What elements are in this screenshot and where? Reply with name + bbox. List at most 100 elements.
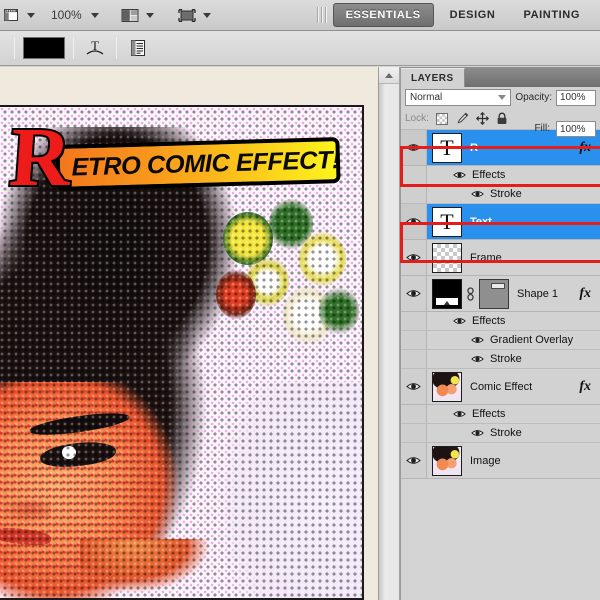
layer-effects-fx-icon[interactable]: fx [579,140,591,156]
fill-input[interactable]: 100% [556,121,596,137]
effects-spacer [401,405,427,423]
layer-effects-group-r[interactable]: Effects [401,166,600,185]
effects-label: Effects [472,408,506,420]
layer-thumbnail[interactable] [432,242,462,273]
effect-visibility-toggle[interactable] [471,189,484,199]
workspace-tab-painting[interactable]: PAINTING [511,4,592,26]
layer-effect-stroke-r[interactable]: Stroke [401,185,600,204]
layer-visibility-toggle[interactable] [401,443,427,478]
effect-spacer [401,331,427,349]
document-canvas[interactable]: ETRO COMIC EFFECT! R [0,67,378,600]
layer-row-image[interactable]: Image [401,443,600,479]
layer-visibility-toggle[interactable] [401,130,427,165]
layer-effect-gradient-overlay[interactable]: Gradient Overlay [401,331,600,350]
layer-visibility-toggle[interactable] [401,276,427,311]
effect-visibility-toggle[interactable] [471,335,484,345]
photo-eye-highlight [61,445,76,459]
lock-image-pixels-icon[interactable] [456,112,469,125]
visibility-eye-icon [406,383,421,390]
workspace-tab-essentials[interactable]: ESSENTIALS [332,3,434,27]
screen-mode-control[interactable] [0,0,35,31]
chevron-down-icon[interactable] [202,12,211,18]
layer-thumbnail[interactable] [432,371,462,402]
effects-spacer [401,166,427,184]
screen-modes-icon[interactable] [176,5,198,25]
layer-visibility-toggle[interactable] [401,369,427,404]
effects-visibility-toggle[interactable] [453,409,466,419]
layer-row-shape-1[interactable]: Shape 1 fx [401,276,600,312]
link-mask-icon[interactable] [465,286,476,301]
blend-mode-select[interactable]: Normal [405,89,512,106]
lock-position-icon[interactable] [475,112,489,125]
layer-effects-fx-icon[interactable]: fx [579,286,591,302]
layers-panel-body: Normal Opacity: 100% Lock: T R fx Effect… [401,87,600,479]
effect-name: Stroke [490,188,522,200]
effect-spacer [401,350,427,368]
effect-visibility-toggle[interactable] [471,354,484,364]
layer-name[interactable]: Text [470,216,492,228]
banner-drop-cap[interactable]: R [5,109,102,206]
layer-visibility-toggle[interactable] [401,204,427,239]
visibility-eye-icon [406,218,421,225]
opacity-input[interactable]: 100% [556,89,596,106]
chevron-down-icon[interactable] [90,12,99,18]
arrange-documents-control[interactable] [119,0,154,31]
canvas-vertical-scrollbar[interactable] [378,67,400,600]
artboard[interactable]: ETRO COMIC EFFECT! R [0,105,364,600]
screen-mode-icon[interactable] [0,5,22,25]
layer-name[interactable]: Comic Effect [470,381,532,393]
effect-visibility-toggle[interactable] [471,428,484,438]
options-bar: 100% ESSENTIALS DESIGN PAINTING [0,0,600,31]
chevron-down-icon[interactable] [27,12,35,18]
visibility-eye-icon [471,191,484,197]
visibility-eye-icon [406,144,421,151]
chevron-down-icon[interactable] [145,12,154,18]
layer-effect-stroke-shape-1[interactable]: Stroke [401,350,600,369]
visibility-eye-icon [471,356,484,362]
comic-banner[interactable]: ETRO COMIC EFFECT! R [5,109,341,206]
lock-all-icon[interactable] [496,112,509,125]
layer-effects-group-comic-effect[interactable]: Effects [401,405,600,424]
layer-visibility-toggle[interactable] [401,240,427,275]
layer-name[interactable]: R [470,142,478,154]
chevron-down-icon[interactable] [498,95,507,100]
effect-spacer [401,424,427,442]
layer-row-text[interactable]: T Text [401,204,600,240]
screen-modes-control[interactable] [176,0,211,31]
layer-vector-mask-thumbnail[interactable] [479,278,509,309]
fill-label: Fill: [534,123,550,134]
layer-effects-group-shape-1[interactable]: Effects [401,312,600,331]
layer-name[interactable]: Frame [470,252,502,264]
layer-thumbnail[interactable] [432,278,462,309]
character-paragraph-panel-icon[interactable] [125,36,151,60]
warp-text-icon[interactable]: T [82,36,108,60]
layer-effect-stroke-comic-effect[interactable]: Stroke [401,424,600,443]
lock-transparent-pixels-icon[interactable] [436,112,449,125]
workspace-tab-design[interactable]: DESIGN [438,4,508,26]
visibility-eye-icon [453,411,466,417]
panel-grip-icon[interactable] [316,7,331,23]
text-color-swatch[interactable] [23,37,65,59]
photo-neck [79,539,210,598]
layer-row-comic-effect[interactable]: Comic Effect fx [401,369,600,405]
toolbar-divider [73,37,74,59]
layer-thumbnail[interactable]: T [432,132,462,163]
effects-spacer [401,312,427,330]
scroll-up-arrow-icon[interactable] [379,67,399,84]
photo-nose [0,499,51,525]
layer-thumbnail[interactable]: T [432,206,462,237]
layer-name[interactable]: Image [470,455,501,467]
visibility-eye-icon [453,172,466,178]
arrange-documents-icon[interactable] [119,5,141,25]
layer-name[interactable]: Shape 1 [517,288,558,300]
photoshop-window: 100% ESSENTIALS DESIGN PAINTING T ETRO C… [0,0,600,600]
effect-name: Stroke [490,427,522,439]
zoom-level-control[interactable]: 100% [35,0,99,31]
layer-thumbnail[interactable] [432,445,462,476]
effects-visibility-toggle[interactable] [453,170,466,180]
layers-panel: LAYERS Normal Opacity: 100% Lock: T R fx… [400,67,600,600]
layer-row-frame[interactable]: Frame [401,240,600,276]
tab-layers[interactable]: LAYERS [401,68,465,87]
effects-visibility-toggle[interactable] [453,316,466,326]
layer-effects-fx-icon[interactable]: fx [579,379,591,395]
